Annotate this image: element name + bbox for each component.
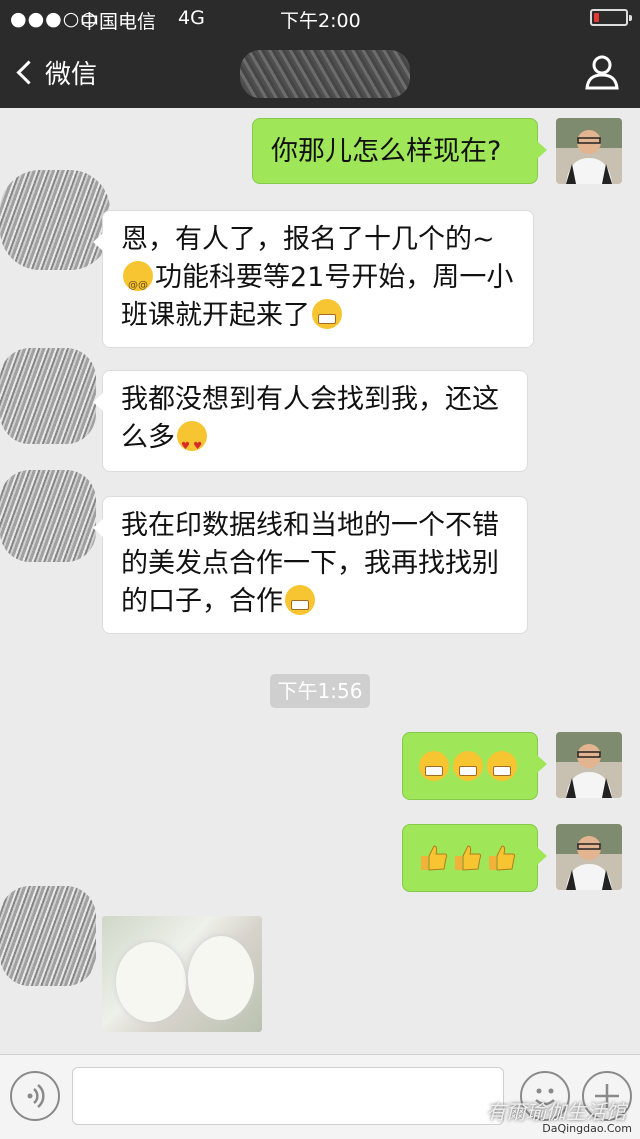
grin-face-icon: [453, 751, 483, 781]
network-type: 4G: [178, 7, 205, 29]
back-button[interactable]: 微信: [14, 50, 97, 94]
avatar-me[interactable]: [556, 118, 622, 184]
message-bubble-in[interactable]: 我都没想到有人会找到我，还这 么多: [93, 370, 528, 472]
avatar-me[interactable]: [556, 824, 622, 890]
message-bubble-out[interactable]: [402, 824, 547, 892]
thumbs-up-icon: [453, 843, 483, 873]
message-timestamp: 下午1:56: [270, 674, 370, 708]
grin-face-icon: [312, 299, 342, 329]
chat-title-redacted: [240, 50, 410, 98]
message-bubble-out[interactable]: 你那儿怎么样现在?: [252, 118, 547, 184]
message-line: 功能科要等21号开始，周一小: [121, 259, 515, 305]
dizzy-face-icon: [123, 261, 153, 305]
message-bubble-in[interactable]: 我在印数据线和当地的一个不错 的美发点合作一下，我再找找别 的口子，合作: [93, 496, 528, 634]
back-label: 微信: [45, 59, 98, 90]
heart-eyes-icon: [177, 421, 207, 466]
message-line: 我都没想到有人会找到我，还这: [121, 384, 499, 415]
message-bubble-out[interactable]: [402, 732, 547, 800]
status-time: 下午2:00: [280, 10, 361, 32]
avatar-contact[interactable]: [0, 470, 96, 562]
message-text: 你那儿怎么样现在?: [271, 136, 502, 167]
thumbs-up-icon: [487, 843, 517, 873]
nav-bar: 微信: [0, 36, 640, 108]
chat-area[interactable]: 你那儿怎么样现在? 恩，有人了，报名了十几个的~ 功能科要等21号开始，周一小 …: [0, 108, 640, 1054]
grin-face-icon: [419, 751, 449, 781]
message-line: 的口子，合作: [121, 583, 509, 621]
status-bar: ●●●○○ 中国电信 4G 下午2:00: [0, 0, 640, 36]
message-line: 我在印数据线和当地的一个不错: [121, 510, 499, 541]
avatar-contact[interactable]: [0, 886, 96, 986]
grin-face-icon: [285, 585, 315, 615]
watermark-text: 有爾瑜伽生活馆: [486, 1100, 626, 1124]
message-line: 恩，有人了，报名了十几个的~: [121, 224, 495, 255]
voice-icon[interactable]: [10, 1071, 60, 1121]
message-input[interactable]: [72, 1067, 504, 1125]
carrier-name: 中国电信: [80, 11, 157, 33]
message-line: 班课就开起来了: [121, 297, 515, 335]
thumbs-up-icon: [419, 843, 449, 873]
avatar-contact[interactable]: [0, 170, 110, 270]
avatar-contact[interactable]: [0, 348, 96, 444]
person-icon[interactable]: [584, 54, 620, 90]
bunny-photo[interactable]: [102, 916, 262, 1032]
message-line: 的美发点合作一下，我再找找别: [121, 548, 499, 579]
avatar-me[interactable]: [556, 732, 622, 798]
message-line: 么多: [121, 419, 509, 466]
grin-face-icon: [487, 751, 517, 781]
battery-icon: [590, 9, 632, 26]
message-bubble-in[interactable]: 恩，有人了，报名了十几个的~ 功能科要等21号开始，周一小 班课就开起来了: [93, 210, 534, 348]
chevron-left-icon: [16, 59, 41, 85]
watermark-site: DaQingdao.Com: [542, 1122, 632, 1135]
